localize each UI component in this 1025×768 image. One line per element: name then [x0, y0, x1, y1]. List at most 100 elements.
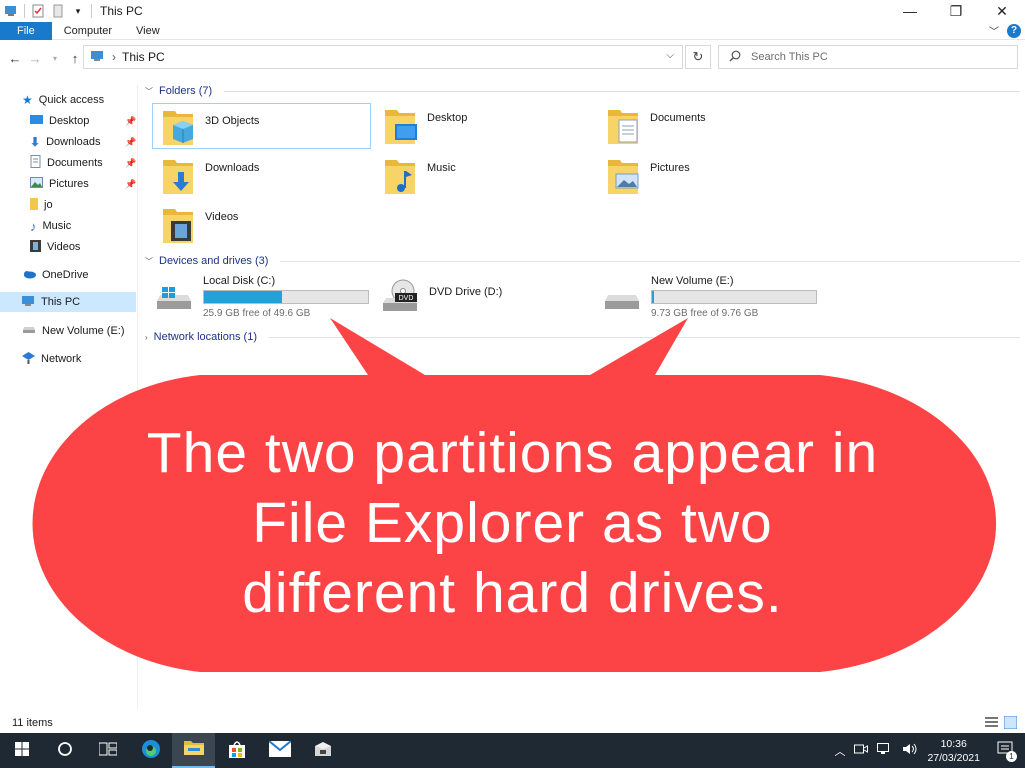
minimize-button[interactable]: —: [887, 0, 933, 22]
music-note-icon: ♪: [30, 218, 37, 234]
pin-icon[interactable]: 📌: [125, 158, 136, 169]
status-bar: 11 items: [0, 713, 1025, 733]
new-folder-icon[interactable]: [51, 4, 65, 18]
clock[interactable]: 10:36 27/03/2021: [927, 737, 980, 765]
drive-label: Local Disk (C:): [203, 275, 276, 287]
sidebar-item-documents[interactable]: Documents 📌: [30, 153, 138, 173]
group-header-devices[interactable]: ﹀ Devices and drives (3): [145, 252, 1020, 270]
back-arrow-icon[interactable]: ←: [5, 51, 25, 66]
tab-file[interactable]: File: [0, 21, 52, 40]
sidebar-item-desktop[interactable]: Desktop 📌: [30, 111, 138, 131]
sidebar-item-label: Network: [41, 353, 82, 365]
sidebar-item-this-pc[interactable]: This PC: [0, 292, 136, 312]
details-view-icon[interactable]: [985, 716, 998, 732]
folder-label: Desktop: [427, 112, 468, 124]
desktop-folder-icon: [383, 106, 417, 149]
mail-envelope-icon: [267, 740, 292, 760]
show-hidden-icons-chevron-icon[interactable]: ︿: [834, 743, 845, 759]
this-pc-icon: [90, 50, 106, 65]
folder-label: Pictures: [650, 162, 690, 174]
group-header-folders[interactable]: ﹀ Folders (7): [145, 82, 1020, 100]
drive-info: New Volume (E:) 9.73 GB free of 9.76 GB: [651, 275, 817, 319]
sidebar-item-label: Quick access: [38, 94, 105, 106]
search-input[interactable]: [751, 51, 991, 63]
properties-icon[interactable]: [31, 4, 45, 18]
mail-button[interactable]: [258, 733, 301, 768]
sidebar-item-pictures[interactable]: Pictures 📌: [30, 174, 138, 194]
recent-locations-chevron-icon[interactable]: ▾: [45, 54, 65, 63]
box-package-icon: [313, 740, 333, 761]
large-icons-view-icon[interactable]: [1003, 715, 1018, 732]
sidebar-item-label: Documents: [47, 157, 103, 169]
tab-view[interactable]: View: [124, 22, 172, 40]
store-button[interactable]: [215, 733, 258, 768]
refresh-icon: ↻: [692, 49, 704, 64]
collapse-chevron-icon[interactable]: ﹀: [145, 256, 153, 267]
window-controls: — ❐ ✕: [887, 0, 1025, 22]
collapse-chevron-icon[interactable]: ﹀: [145, 86, 153, 97]
forward-arrow-icon[interactable]: →: [25, 51, 45, 66]
sidebar-item-new-volume[interactable]: New Volume (E:): [22, 321, 125, 341]
pin-icon[interactable]: 📌: [125, 179, 136, 190]
folder-icon: [30, 197, 38, 213]
volume-speaker-icon[interactable]: [902, 743, 918, 758]
pin-icon[interactable]: 📌: [125, 116, 136, 127]
sidebar-item-jo[interactable]: jo: [30, 195, 53, 215]
breadcrumb-separator: ›: [112, 50, 116, 64]
store-bag-icon: [227, 739, 247, 762]
sidebar-item-network[interactable]: Network: [22, 349, 81, 369]
quick-access-toolbar: ▾: [0, 4, 92, 18]
drive-usage-bar: [651, 290, 817, 304]
maximize-button[interactable]: ❐: [933, 0, 979, 22]
folder-tile-pictures[interactable]: Pictures: [606, 156, 690, 199]
search-button[interactable]: [43, 733, 86, 768]
sidebar-item-videos[interactable]: Videos: [30, 237, 80, 257]
drive-icon: [22, 325, 36, 338]
app-installer-button[interactable]: [301, 733, 344, 768]
sidebar-item-music[interactable]: ♪ Music: [30, 216, 71, 236]
network-status-icon[interactable]: [877, 743, 893, 758]
expand-ribbon-chevron-icon[interactable]: ﹀: [989, 23, 999, 38]
refresh-button[interactable]: ↻: [685, 45, 711, 69]
folder-label: Downloads: [205, 162, 260, 174]
help-button[interactable]: ?: [1007, 23, 1021, 38]
customize-toolbar-chevron-icon[interactable]: ▾: [71, 4, 85, 18]
group-label: Devices and drives (3): [159, 255, 269, 267]
file-explorer-button[interactable]: [172, 733, 215, 768]
edge-button[interactable]: [129, 733, 172, 768]
expand-chevron-icon[interactable]: ›: [145, 333, 148, 342]
task-view-button[interactable]: [86, 733, 129, 768]
drive-tile-e[interactable]: New Volume (E:) 9.73 GB free of 9.76 GB: [603, 275, 817, 319]
film-icon: [30, 239, 41, 255]
address-dropdown-chevron-icon[interactable]: ⌵: [666, 50, 674, 61]
start-button[interactable]: [0, 733, 43, 768]
sidebar-item-onedrive[interactable]: OneDrive: [22, 265, 88, 285]
sidebar-item-downloads[interactable]: ⬇ Downloads 📌: [30, 132, 138, 152]
edge-browser-icon: [141, 739, 161, 762]
navigation-pane: ★ Quick access Desktop 📌 ⬇ Downloads 📌 D…: [0, 85, 138, 710]
drive-tile-d[interactable]: DVD DVD Drive (D:): [381, 279, 502, 318]
drive-tile-c[interactable]: Local Disk (C:) 25.9 GB free of 49.6 GB: [155, 275, 369, 319]
sidebar-item-quick-access[interactable]: ★ Quick access: [22, 90, 104, 110]
tab-computer[interactable]: Computer: [52, 22, 124, 40]
meet-now-camera-icon[interactable]: [854, 743, 869, 758]
breadcrumb-this-pc[interactable]: This PC: [122, 50, 165, 64]
folder-tile-music[interactable]: Music: [383, 156, 456, 199]
close-button[interactable]: ✕: [979, 0, 1025, 22]
address-bar[interactable]: › This PC ⌵: [83, 45, 683, 69]
download-arrow-icon: ⬇: [30, 135, 41, 149]
pictures-folder-icon: [606, 156, 640, 199]
toolbar-divider: [24, 4, 25, 18]
up-arrow-icon[interactable]: ↑: [65, 51, 85, 66]
folder-tile-3d-objects[interactable]: 3D Objects: [152, 103, 371, 149]
folder-tile-downloads[interactable]: Downloads: [161, 156, 259, 199]
group-header-network[interactable]: › Network locations (1): [145, 328, 1020, 346]
pin-icon[interactable]: 📌: [125, 137, 136, 148]
search-box[interactable]: [718, 45, 1018, 69]
folder-tile-documents[interactable]: Documents: [606, 106, 706, 149]
folder-tile-desktop[interactable]: Desktop: [383, 106, 467, 149]
sidebar-item-label: This PC: [41, 296, 81, 308]
folder-label: Music: [427, 162, 456, 174]
action-center-button[interactable]: 1: [997, 741, 1017, 762]
folder-tile-videos[interactable]: Videos: [161, 205, 238, 248]
